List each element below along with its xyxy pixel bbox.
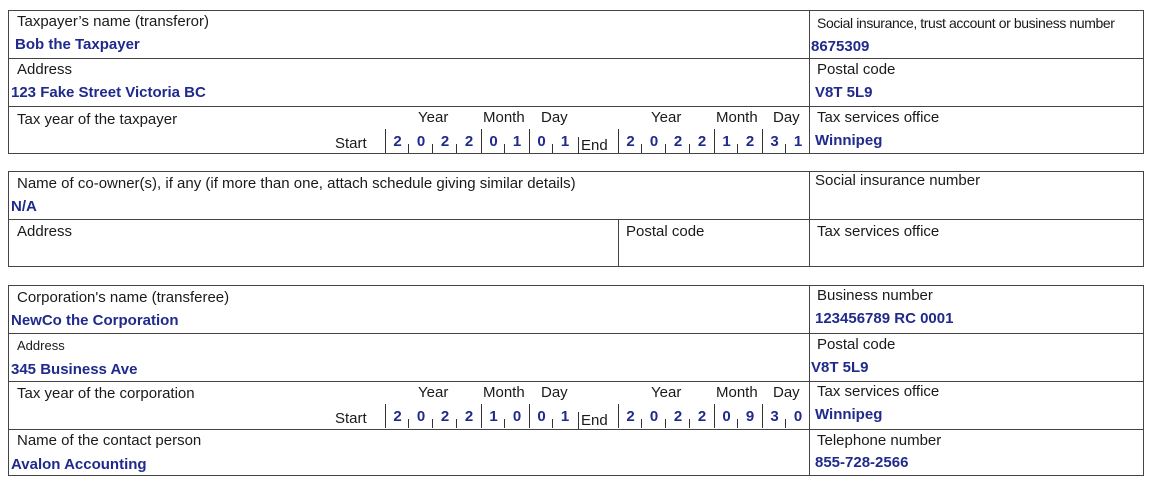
transferee-bn-field[interactable]: 123456789 RC 0001 <box>815 310 953 327</box>
date-digit: 1 <box>552 404 577 428</box>
transferor-section: Taxpayer’s name (transferor) Bob the Tax… <box>8 10 1144 154</box>
date-digit: 0 <box>408 129 433 153</box>
transferee-postal-field[interactable]: V8T 5L9 <box>811 359 869 376</box>
end-label: End <box>578 137 608 154</box>
transferee-name-field[interactable]: NewCo the Corporation <box>11 312 179 329</box>
date-digit: 0 <box>714 404 738 428</box>
coowner-postal-label: Postal code <box>626 223 705 240</box>
end-year-label: Year <box>651 384 682 401</box>
transferee-address-field[interactable]: 345 Business Ave <box>11 361 137 378</box>
transferee-bn-label: Business number <box>817 287 933 304</box>
end-year-label: Year <box>651 109 682 126</box>
date-digit: 2 <box>689 404 714 428</box>
divider <box>9 333 1143 334</box>
transferor-tax-year-label: Tax year of the taxpayer <box>17 111 178 128</box>
date-digit: 0 <box>408 404 433 428</box>
start-month-label: Month <box>483 109 525 126</box>
coowner-name-label: Name of co-owner(s), if any (if more tha… <box>17 175 576 192</box>
date-digit: 2 <box>432 129 457 153</box>
coowner-address-label: Address <box>17 223 73 240</box>
coowner-section: Name of co-owner(s), if any (if more tha… <box>8 171 1144 267</box>
transferee-contact-field[interactable]: Avalon Accounting <box>11 456 147 473</box>
date-digit: 2 <box>456 404 481 428</box>
transferee-address-label: Address <box>17 338 65 353</box>
coowner-name-field[interactable]: N/A <box>11 198 37 215</box>
transferor-tso-field[interactable]: Winnipeg <box>815 132 882 149</box>
transferee-tso-field[interactable]: Winnipeg <box>815 406 882 423</box>
transferee-end-date-field[interactable]: 2 0 2 2 0 9 3 0 <box>618 404 810 428</box>
end-month-label: Month <box>716 109 758 126</box>
transferee-tax-year-label: Tax year of the corporation <box>17 385 195 402</box>
date-digit: 0 <box>785 404 810 428</box>
date-digit: 0 <box>481 129 505 153</box>
transferor-end-date-field[interactable]: 2 0 2 2 1 2 3 1 <box>618 129 810 153</box>
divider <box>9 381 1143 382</box>
date-digit: 0 <box>529 129 553 153</box>
date-digit: 3 <box>762 129 786 153</box>
transferee-tso-label: Tax services office <box>817 383 940 400</box>
start-day-label: Day <box>541 384 568 401</box>
date-digit: 2 <box>689 129 714 153</box>
end-day-label: Day <box>773 109 800 126</box>
date-digit: 3 <box>762 404 786 428</box>
transferee-phone-label: Telephone number <box>817 432 942 449</box>
date-digit: 2 <box>385 404 409 428</box>
date-digit: 2 <box>432 404 457 428</box>
divider <box>9 106 1143 107</box>
divider <box>9 58 1143 59</box>
date-digit: 2 <box>665 404 690 428</box>
start-label: Start <box>335 135 367 152</box>
start-year-label: Year <box>418 384 449 401</box>
date-digit: 1 <box>714 129 738 153</box>
start-day-label: Day <box>541 109 568 126</box>
transferee-postal-label: Postal code <box>817 336 896 353</box>
transferee-start-date-field[interactable]: 2 0 2 2 1 0 0 1 <box>385 404 577 428</box>
end-label: End <box>578 412 608 429</box>
date-digit: 2 <box>737 129 762 153</box>
date-digit: 2 <box>456 129 481 153</box>
start-month-label: Month <box>483 384 525 401</box>
coowner-tso-label: Tax services office <box>817 223 940 240</box>
date-digit: 1 <box>504 129 529 153</box>
date-digit: 1 <box>481 404 505 428</box>
transferee-section: Corporation's name (transferee) NewCo th… <box>8 285 1144 476</box>
transferor-tso-label: Tax services office <box>817 109 940 126</box>
transferor-name-label: Taxpayer’s name (transferor) <box>17 13 210 30</box>
divider <box>9 219 1143 220</box>
transferor-start-date-field[interactable]: 2 0 2 2 0 1 0 1 <box>385 129 577 153</box>
divider <box>9 429 1143 430</box>
transferee-contact-label: Name of the contact person <box>17 432 202 449</box>
divider <box>618 219 619 266</box>
start-year-label: Year <box>418 109 449 126</box>
coowner-sin-label: Social insurance number <box>815 172 981 189</box>
transferee-name-label: Corporation's name (transferee) <box>17 289 230 306</box>
date-digit: 0 <box>641 404 666 428</box>
date-digit: 2 <box>665 129 690 153</box>
end-month-label: Month <box>716 384 758 401</box>
transferor-name-field[interactable]: Bob the Taxpayer <box>15 36 140 53</box>
transferee-phone-field[interactable]: 855-728-2566 <box>815 454 908 471</box>
date-digit: 0 <box>504 404 529 428</box>
transferor-number-field[interactable]: 8675309 <box>811 38 869 55</box>
transferor-address-field[interactable]: 123 Fake Street Victoria BC <box>11 84 206 101</box>
date-digit: 9 <box>737 404 762 428</box>
transferor-address-label: Address <box>17 61 73 78</box>
transferor-number-label: Social insurance, trust account or busin… <box>817 15 1115 31</box>
date-digit: 2 <box>618 129 642 153</box>
end-day-label: Day <box>773 384 800 401</box>
date-digit: 1 <box>785 129 810 153</box>
date-digit: 2 <box>385 129 409 153</box>
date-digit: 2 <box>618 404 642 428</box>
date-digit: 0 <box>529 404 553 428</box>
date-digit: 0 <box>641 129 666 153</box>
date-digit: 1 <box>552 129 577 153</box>
transferor-postal-label: Postal code <box>817 61 896 78</box>
start-label: Start <box>335 410 367 427</box>
transferor-postal-field[interactable]: V8T 5L9 <box>815 84 873 101</box>
